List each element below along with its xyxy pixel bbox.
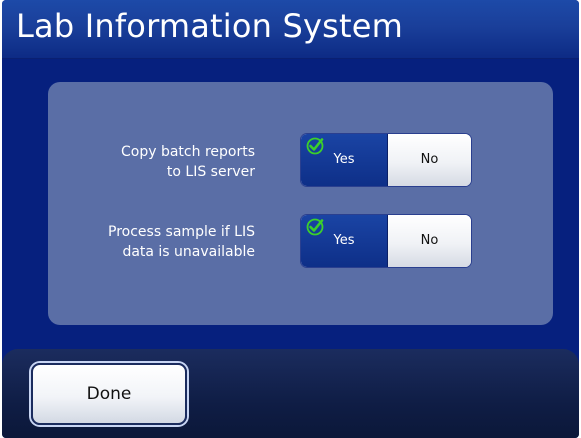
process-sample-yes-button[interactable]: Yes — [301, 215, 388, 267]
page-title: Lab Information System — [16, 7, 404, 45]
checkmark-icon — [306, 218, 324, 236]
footer-bar: Done — [2, 349, 579, 438]
process-sample-toggle: Yes No — [301, 215, 471, 267]
done-button[interactable]: Done — [31, 363, 187, 425]
settings-panel: Copy batch reports to LIS server Yes No … — [48, 82, 553, 325]
no-label: No — [420, 152, 439, 167]
title-bar: Lab Information System — [2, 0, 579, 59]
copy-batch-reports-yes-button[interactable]: Yes — [301, 134, 388, 186]
checkmark-icon — [306, 137, 324, 155]
yes-label: Yes — [333, 233, 355, 248]
yes-label: Yes — [333, 152, 355, 167]
process-sample-label: Process sample if LIS data is unavailabl… — [108, 224, 255, 260]
no-label: No — [420, 233, 439, 248]
process-sample-no-button[interactable]: No — [388, 215, 471, 267]
copy-batch-reports-toggle: Yes No — [301, 134, 471, 186]
copy-batch-reports-label: Copy batch reports to LIS server — [121, 144, 255, 180]
lis-settings-screen: Lab Information System Copy batch report… — [2, 0, 579, 438]
copy-batch-reports-no-button[interactable]: No — [388, 134, 471, 186]
